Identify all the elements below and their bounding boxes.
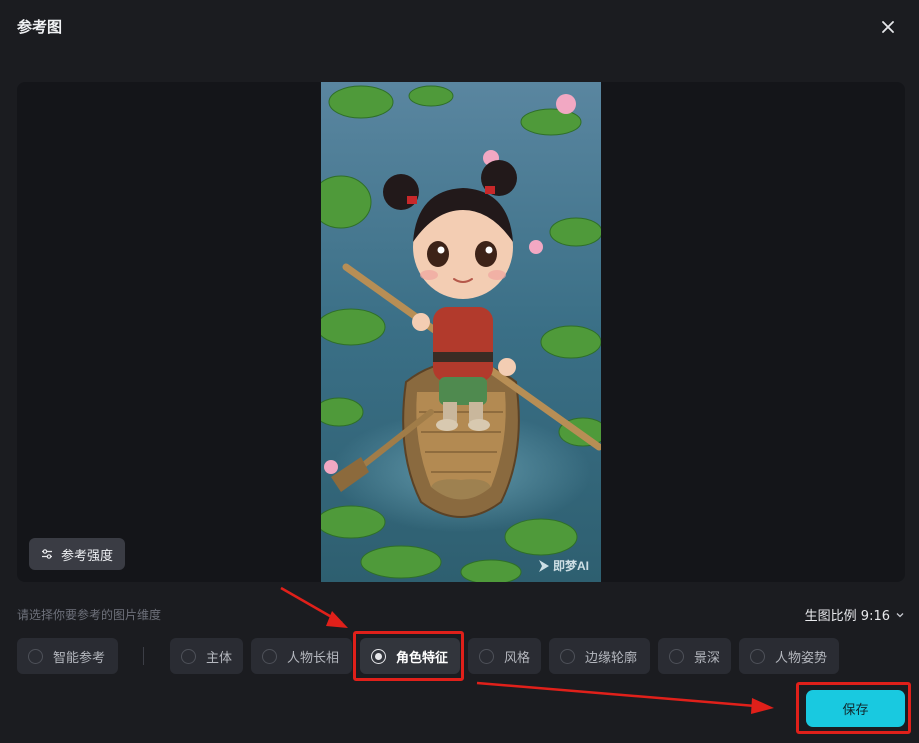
option-character-features[interactable]: 角色特征 xyxy=(360,638,460,674)
arrow-head xyxy=(751,698,774,714)
arrow-to-save xyxy=(476,681,769,709)
arrow-head xyxy=(326,611,348,628)
reference-strength-label: 参考强度 xyxy=(60,548,113,564)
watermark: 即梦AI xyxy=(553,558,589,573)
radio-icon xyxy=(262,648,277,664)
option-label: 边缘轮廓 xyxy=(585,650,638,666)
radio-selected-icon xyxy=(371,648,386,664)
radio-icon xyxy=(181,648,196,664)
dialog-title: 参考图 xyxy=(17,18,63,36)
option-face[interactable]: 人物长相 xyxy=(251,638,352,674)
arrow-to-option xyxy=(280,586,343,625)
save-button[interactable]: 保存 xyxy=(806,690,905,727)
divider xyxy=(143,647,144,665)
radio-icon xyxy=(28,648,43,664)
option-label: 人物长相 xyxy=(287,650,340,666)
radio-icon xyxy=(560,648,575,664)
radio-icon xyxy=(750,648,765,664)
option-smart-reference[interactable]: 智能参考 xyxy=(17,638,118,674)
option-pose[interactable]: 人物姿势 xyxy=(739,638,839,674)
option-label: 人物姿势 xyxy=(775,650,828,666)
close-icon xyxy=(882,21,894,33)
reference-strength-button[interactable]: 参考强度 xyxy=(29,538,125,570)
option-label: 角色特征 xyxy=(396,650,449,666)
radio-icon xyxy=(479,648,494,664)
option-style[interactable]: 风格 xyxy=(468,638,541,674)
aspect-ratio-label: 生图比例 9:16 xyxy=(804,609,890,624)
aspect-ratio-select[interactable]: 生图比例 9:16 xyxy=(805,605,905,624)
image-preview-area: 即梦AI 参考强度 xyxy=(17,82,905,582)
reference-image-dialog: 参考图 即梦AI 参考强度 请选择你要参考的图片维度 生图比例 9:16 智能参… xyxy=(0,0,919,743)
option-label: 景深 xyxy=(694,650,721,666)
chevron-down-icon xyxy=(896,612,904,617)
option-subject[interactable]: 主体 xyxy=(170,638,243,674)
option-label: 智能参考 xyxy=(53,650,106,666)
close-button[interactable] xyxy=(876,15,900,39)
option-edge-outline[interactable]: 边缘轮廓 xyxy=(549,638,650,674)
dimension-hint: 请选择你要参考的图片维度 xyxy=(17,608,162,622)
radio-icon xyxy=(669,648,684,664)
option-label: 主体 xyxy=(206,650,233,666)
option-depth[interactable]: 景深 xyxy=(658,638,731,674)
sliders-icon xyxy=(41,549,52,559)
reference-image: 即梦AI xyxy=(321,82,601,582)
option-label: 风格 xyxy=(504,650,531,666)
